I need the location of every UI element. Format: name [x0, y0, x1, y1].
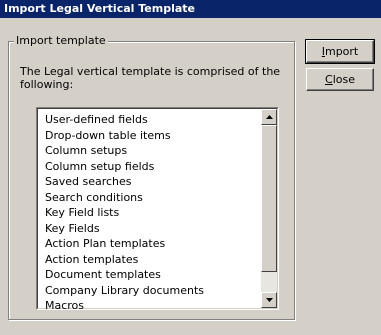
list-item[interactable]: Action Plan templates [45, 236, 204, 252]
list-item[interactable]: Macros [45, 298, 204, 314]
list-item[interactable]: Key Fields [45, 221, 204, 237]
close-mnemonic: C [325, 73, 333, 86]
list-item[interactable]: Key Field lists [45, 205, 204, 221]
listbox-frame: User-defined fields Drop-down table item… [37, 108, 278, 312]
arrow-down-icon [265, 298, 273, 302]
window-title: Import Legal Vertical Template [4, 2, 195, 15]
list-item[interactable]: Column setup fields [45, 159, 204, 175]
list-item[interactable]: Search conditions [45, 190, 204, 206]
template-description: The Legal vertical template is comprised… [20, 65, 281, 91]
scrollbar-thumb[interactable] [261, 125, 277, 272]
import-button[interactable]: Import [305, 39, 375, 64]
arrow-up-icon [265, 115, 273, 119]
import-legal-template-dialog: Import Legal Vertical Template Import te… [0, 0, 381, 335]
import-label: mport [324, 45, 359, 58]
scroll-down-button[interactable] [261, 292, 277, 308]
list-item[interactable]: Saved searches [45, 174, 204, 190]
list-item[interactable]: Column setups [45, 143, 204, 159]
list-item[interactable]: Action templates [45, 252, 204, 268]
list-items: User-defined fields Drop-down table item… [45, 112, 204, 314]
list-item[interactable]: User-defined fields [45, 112, 204, 128]
title-bar[interactable]: Import Legal Vertical Template [0, 0, 381, 18]
vertical-scrollbar[interactable] [261, 109, 277, 308]
close-button[interactable]: Close [306, 68, 374, 91]
scroll-up-button[interactable] [261, 109, 277, 125]
list-item[interactable]: Drop-down table items [45, 128, 204, 144]
group-legend: Import template [14, 34, 108, 47]
list-item[interactable]: Company Library documents [45, 283, 204, 299]
close-label: lose [332, 73, 355, 86]
template-contents-list[interactable]: User-defined fields Drop-down table item… [36, 107, 279, 312]
list-item[interactable]: Document templates [45, 267, 204, 283]
